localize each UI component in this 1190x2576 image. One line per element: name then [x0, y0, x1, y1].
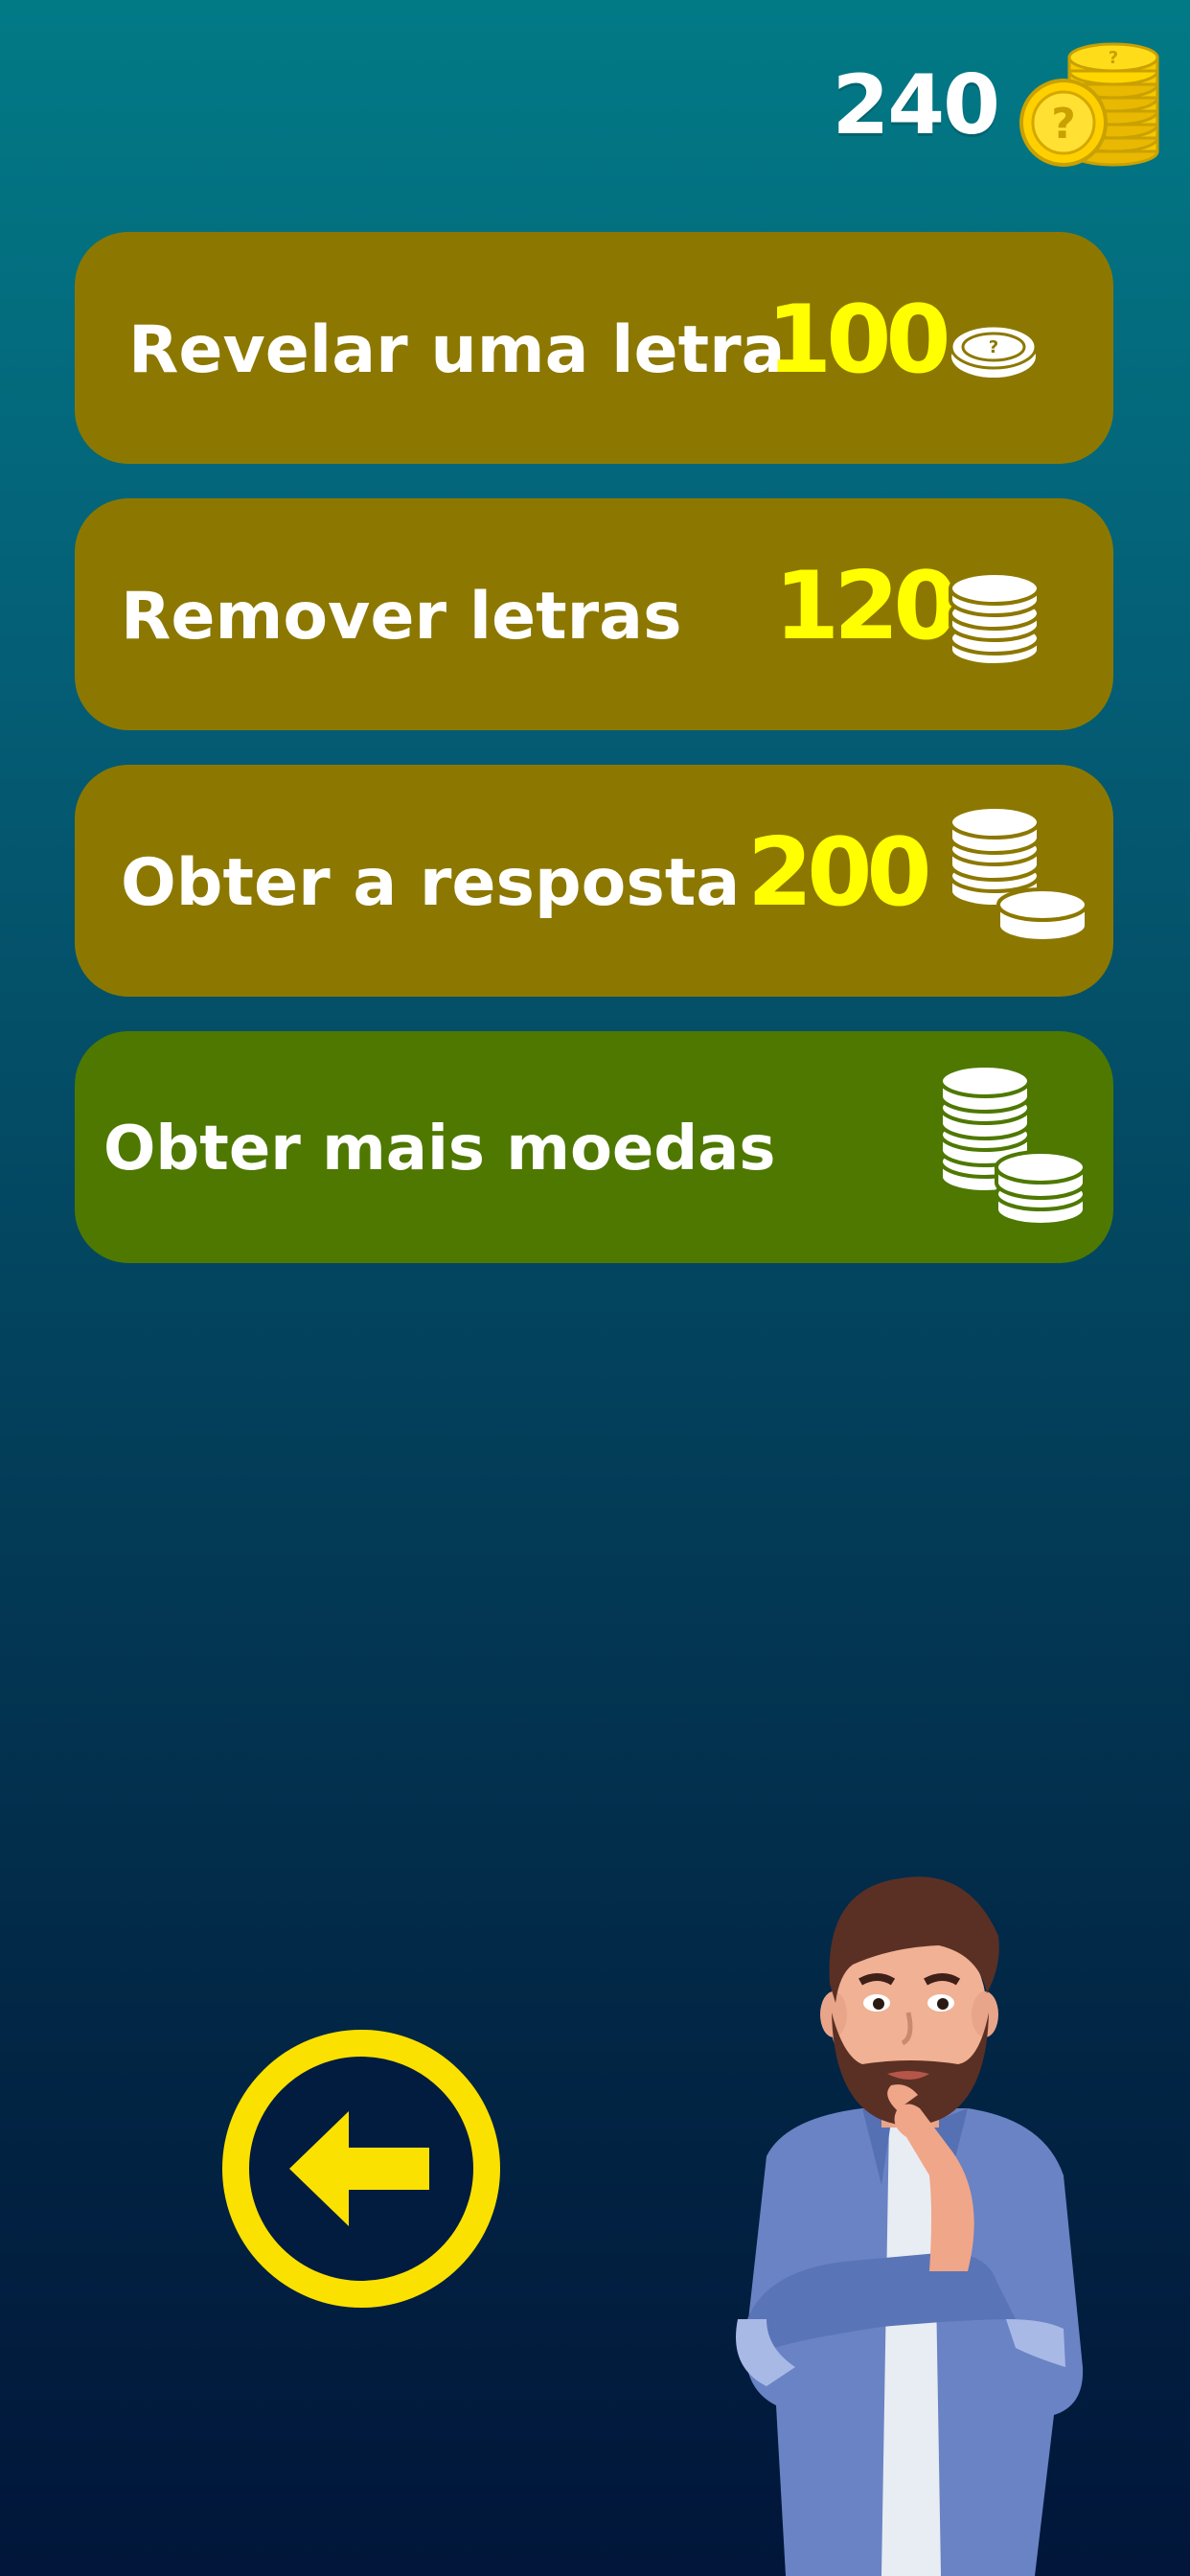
coin-stacks-icon: [939, 1064, 1087, 1227]
get-answer-button[interactable]: Obter a resposta 200: [75, 765, 1113, 997]
get-answer-price: 200: [747, 818, 932, 928]
remove-letters-price: 120: [774, 552, 959, 661]
svg-text:?: ?: [1109, 48, 1118, 68]
get-more-coins-button[interactable]: Obter mais moedas: [75, 1031, 1113, 1263]
remove-letters-label: Remover letras: [121, 579, 682, 655]
reveal-letter-button[interactable]: Revelar uma letra 100 ?: [75, 232, 1113, 464]
get-more-coins-label: Obter mais moedas: [103, 1114, 776, 1184]
coin-stack-icon: [949, 571, 1041, 667]
get-answer-label: Obter a resposta: [121, 845, 741, 921]
coin-stacks-icon: [949, 809, 1088, 943]
gold-coin-stack-icon: ? ?: [1019, 42, 1159, 167]
reveal-letter-label: Revelar uma letra: [128, 312, 786, 388]
arrow-left-icon: [289, 2111, 429, 2226]
svg-text:?: ?: [989, 337, 998, 357]
coin-counter: 240 ? ?: [832, 38, 1161, 172]
reveal-letter-price: 100: [767, 286, 951, 395]
remove-letters-button[interactable]: Remover letras 120: [75, 498, 1113, 730]
svg-text:?: ?: [1051, 100, 1076, 149]
single-coin-icon: ?: [950, 324, 1038, 378]
back-button[interactable]: [222, 2030, 500, 2308]
thinking-man-illustration: [736, 1876, 1084, 2576]
coin-count: 240: [832, 58, 1000, 153]
